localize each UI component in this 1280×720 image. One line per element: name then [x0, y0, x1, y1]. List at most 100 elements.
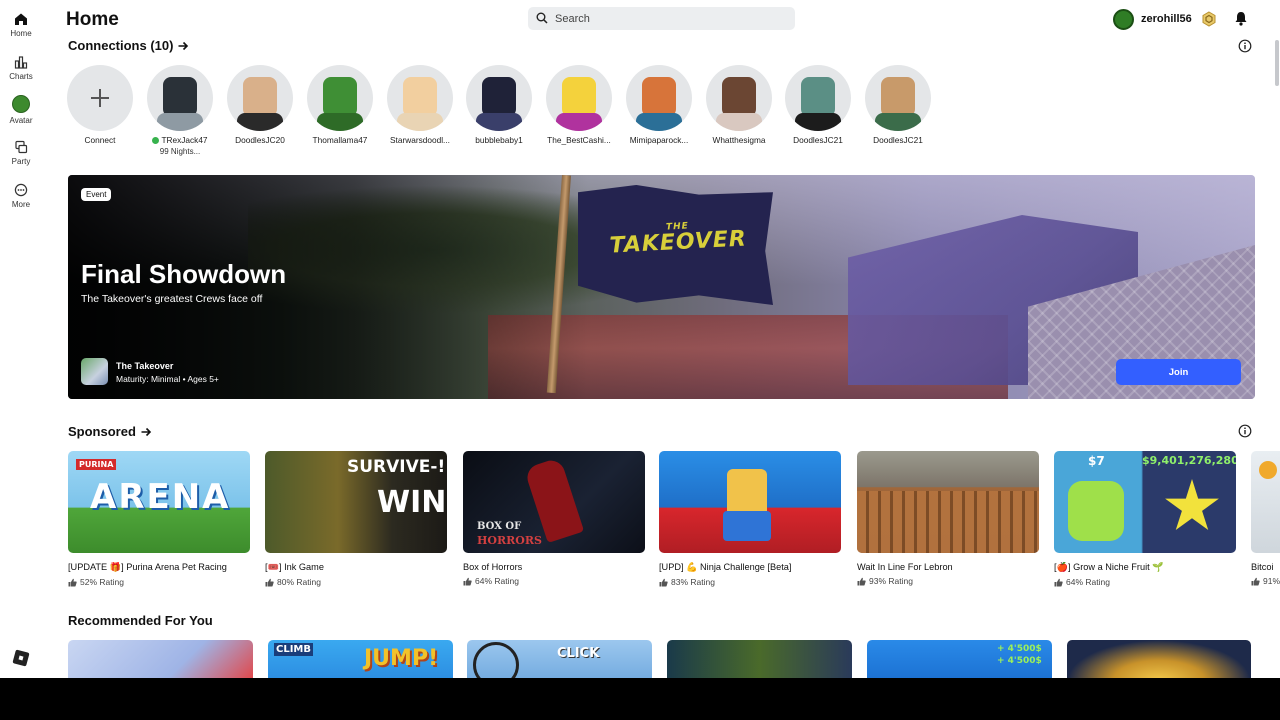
- search-bar[interactable]: [528, 7, 795, 30]
- username-label[interactable]: zerohill56: [1141, 13, 1192, 25]
- game-thumbnail[interactable]: BOX OF HORRORS: [463, 451, 645, 553]
- game-title: Bitcoi: [1251, 562, 1274, 572]
- connection-item[interactable]: Thomallama47: [307, 65, 373, 145]
- info-icon[interactable]: [1238, 39, 1252, 53]
- connection-name: The_BestCashi...: [547, 135, 611, 145]
- info-icon[interactable]: [1238, 424, 1252, 438]
- game-thumbnail[interactable]: CLICK: [467, 640, 652, 678]
- avatar[interactable]: [1113, 8, 1134, 30]
- connection-avatar[interactable]: [706, 65, 772, 131]
- game-thumbnail[interactable]: $7 $9,401,276,280: [1054, 451, 1236, 553]
- game-thumbnail[interactable]: [1067, 640, 1251, 678]
- connection-item[interactable]: DoodlesJC21: [785, 65, 851, 145]
- game-thumbnail[interactable]: [68, 640, 253, 678]
- game-card[interactable]: $7 $9,401,276,280 [🍎] Grow a Niche Fruit…: [1054, 451, 1236, 587]
- sidebar-item-charts[interactable]: Charts: [0, 55, 42, 81]
- recommended-header[interactable]: Recommended For You: [68, 613, 213, 628]
- avatar-body: [237, 113, 283, 131]
- game-thumbnail[interactable]: PURINA ARENA: [68, 451, 250, 553]
- search-input[interactable]: [555, 7, 785, 30]
- connection-activity: 99 Nights...: [159, 147, 201, 156]
- sponsored-title: Sponsored: [68, 424, 136, 439]
- thumbnail-text: PURINA: [76, 459, 117, 470]
- connection-avatar[interactable]: [147, 65, 213, 131]
- connection-avatar[interactable]: [466, 65, 532, 131]
- avatar-head: [323, 77, 357, 117]
- letterbox-bar: [0, 678, 1280, 720]
- connection-name: Thomallama47: [312, 135, 368, 145]
- sidebar-item-party[interactable]: Party: [0, 140, 42, 166]
- connection-name: DoodlesJC21: [873, 135, 923, 145]
- connection-item[interactable]: Whatthesigma: [706, 65, 772, 145]
- connection-item[interactable]: DoodlesJC20: [227, 65, 293, 145]
- game-thumbnail[interactable]: CLIMB JUMP!: [268, 640, 453, 678]
- connection-item[interactable]: DoodlesJC21: [865, 65, 931, 145]
- game-thumbnail[interactable]: SURVIVE-! WIN: [265, 451, 447, 553]
- game-name[interactable]: The Takeover: [116, 361, 173, 371]
- connection-avatar[interactable]: [546, 65, 612, 131]
- connection-avatar[interactable]: [865, 65, 931, 131]
- avatar-body: [875, 113, 921, 131]
- sidebar-item-label: Avatar: [9, 116, 33, 125]
- connection-avatar[interactable]: [785, 65, 851, 131]
- thumbnail-text: SURVIVE-!: [347, 457, 446, 477]
- connection-item[interactable]: Mimipaparock...: [626, 65, 692, 145]
- connections-header[interactable]: Connections (10): [68, 38, 189, 53]
- game-thumbnail[interactable]: [857, 451, 1039, 553]
- maturity-rating: Maturity: Minimal • Ages 5+: [116, 374, 219, 384]
- user-menu[interactable]: zerohill56: [1113, 8, 1217, 30]
- connection-avatar[interactable]: [227, 65, 293, 131]
- search-icon: [536, 12, 548, 24]
- thumbnail-text: $9,401,276,280: [1142, 454, 1236, 467]
- event-banner[interactable]: THE TAKEOVER Event Final Showdown The Ta…: [68, 175, 1255, 399]
- avatar-body: [636, 113, 682, 131]
- connection-avatar[interactable]: [626, 65, 692, 131]
- game-thumbnail[interactable]: [81, 358, 108, 385]
- game-card[interactable]: SURVIVE-! WIN [🎟️] Ink Game 80% Rating: [265, 451, 447, 587]
- game-card[interactable]: [UPD] 💪 Ninja Challenge [Beta] 83% Ratin…: [659, 451, 841, 587]
- thumbs-up-icon: [1251, 577, 1260, 585]
- sidebar-item-avatar[interactable]: Avatar: [0, 95, 42, 125]
- crowd-graphic: [857, 491, 1039, 553]
- star-graphic: [1165, 479, 1219, 530]
- connection-item[interactable]: TRexJack47 99 Nights...: [147, 65, 213, 156]
- sidebar-item-home[interactable]: Home: [0, 12, 42, 38]
- join-button[interactable]: Join: [1116, 359, 1241, 385]
- connect-button[interactable]: Connect: [67, 65, 133, 145]
- game-card[interactable]: Wait In Line For Lebron 93% Rating: [857, 451, 1039, 586]
- connection-avatar[interactable]: [307, 65, 373, 131]
- notification-bell-icon[interactable]: [1234, 11, 1248, 26]
- sidebar-item-label: Charts: [9, 72, 33, 81]
- connection-name: Whatthesigma: [712, 135, 766, 145]
- thumbs-up-icon: [463, 577, 472, 585]
- connection-item[interactable]: Starwarsdoodl...: [387, 65, 453, 145]
- avatar-head: [722, 77, 756, 117]
- connection-name: DoodlesJC21: [793, 135, 843, 145]
- game-thumbnail[interactable]: [667, 640, 852, 678]
- sidebar: Home Charts Avatar Party More: [0, 0, 42, 678]
- connection-avatar[interactable]: [387, 65, 453, 131]
- connection-name: bubblebaby1: [475, 135, 523, 145]
- game-thumbnail[interactable]: [659, 451, 841, 553]
- roblox-logo-icon[interactable]: [12, 649, 30, 667]
- avatar-icon: [12, 95, 30, 113]
- game-card[interactable]: BOX OF HORRORS Box of Horrors 64% Rating: [463, 451, 645, 586]
- connection-item[interactable]: The_BestCashi...: [546, 65, 612, 145]
- connect-circle[interactable]: [67, 65, 133, 131]
- scrollbar[interactable]: [1275, 40, 1279, 86]
- sidebar-item-more[interactable]: More: [0, 183, 42, 209]
- robux-icon[interactable]: [1201, 11, 1217, 27]
- game-title: [🎟️] Ink Game: [265, 562, 324, 572]
- sidebar-item-label: Party: [11, 157, 31, 166]
- game-rating: 83% Rating: [659, 577, 841, 587]
- game-card[interactable]: Bitcoi 91%: [1251, 451, 1280, 586]
- sidebar-item-label: More: [11, 200, 31, 209]
- party-icon: [15, 140, 28, 154]
- avatar-body: [556, 113, 602, 131]
- connection-name: Starwarsdoodl...: [390, 135, 450, 145]
- game-card[interactable]: PURINA ARENA [UPDATE 🎁] Purina Arena Pet…: [68, 451, 250, 587]
- game-thumbnail[interactable]: [1251, 451, 1280, 553]
- connection-item[interactable]: bubblebaby1: [466, 65, 532, 145]
- sponsored-header[interactable]: Sponsored: [68, 424, 152, 439]
- game-thumbnail[interactable]: + 4'500$ + 4'500$: [867, 640, 1052, 678]
